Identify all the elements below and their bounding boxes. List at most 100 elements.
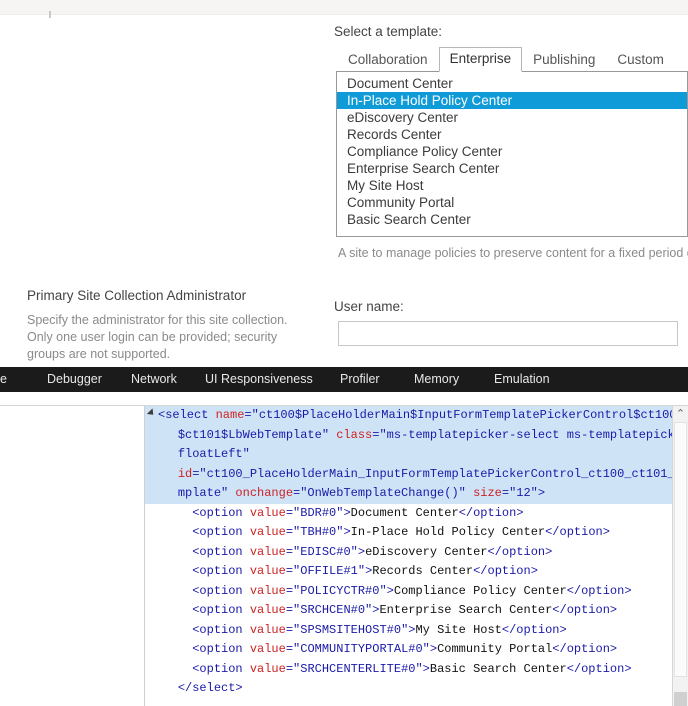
code-line[interactable]: <option value="SPSMSITEHOST#0">My Site H… bbox=[145, 621, 672, 641]
devtools-tab-emulation[interactable]: Emulation bbox=[494, 371, 550, 388]
devtools-tab-debugger[interactable]: Debugger bbox=[47, 371, 102, 388]
code-line[interactable]: <option value="SRCHCEN#0">Enterprise Sea… bbox=[145, 601, 672, 621]
code-line[interactable]: <option value="SRCHCENTERLITE#0">Basic S… bbox=[145, 660, 672, 680]
devtools-tab-network[interactable]: Network bbox=[131, 371, 177, 388]
code-line[interactable]: <option value="TBH#0">In-Place Hold Poli… bbox=[145, 523, 672, 543]
devtools-left-pane bbox=[0, 406, 145, 706]
code-token-attr: value bbox=[249, 642, 286, 656]
code-line[interactable]: </select> bbox=[145, 679, 672, 699]
scrollbar-down-region[interactable] bbox=[674, 692, 687, 706]
template-tab-collaboration[interactable]: Collaboration bbox=[337, 48, 439, 72]
template-option[interactable]: My Site Host bbox=[337, 177, 687, 194]
collapse-triangle-icon[interactable] bbox=[146, 408, 157, 418]
code-token-val: "OnWebTemplateChange()" bbox=[300, 486, 474, 500]
code-token-tag: > bbox=[537, 486, 546, 500]
template-option[interactable]: Document Center bbox=[337, 75, 687, 92]
code-token-attr: value bbox=[249, 661, 286, 676]
code-token-tag: <option bbox=[192, 564, 250, 578]
code-token-tag: <option bbox=[192, 505, 250, 520]
code-token-tag: > bbox=[429, 642, 438, 656]
code-token-val: "ct100$PlaceHolderMain$InputFormTemplate… bbox=[251, 408, 672, 422]
devtools-tab-profiler[interactable]: Profiler bbox=[340, 371, 380, 388]
template-tab-enterprise[interactable]: Enterprise bbox=[438, 47, 523, 72]
code-token-attr: onchange bbox=[235, 486, 294, 500]
template-category-tabs[interactable]: Collaboration Enterprise Publishing Custom bbox=[337, 47, 675, 72]
scroll-up-arrow-icon[interactable]: ⌃ bbox=[673, 406, 688, 422]
code-token-val: "BDR#0" bbox=[293, 505, 344, 520]
code-token-txt: Records Center bbox=[372, 564, 474, 578]
scrollbar-thumb[interactable] bbox=[674, 422, 687, 677]
code-token-tag: = bbox=[285, 505, 294, 520]
template-tab-custom[interactable]: Custom bbox=[606, 48, 675, 72]
code-line[interactable]: id="ct100_PlaceHolderMain_InputFormTempl… bbox=[145, 464, 672, 484]
code-token-val: "SRCHCENTERLITE#0" bbox=[293, 661, 423, 676]
code-token-attr: size bbox=[473, 486, 502, 500]
code-token-val: "COMMUNITYPORTAL#0" bbox=[293, 642, 430, 656]
template-option[interactable]: Basic Search Center bbox=[337, 211, 687, 228]
code-token-attr: value bbox=[249, 505, 286, 520]
code-token-tag: > bbox=[343, 505, 351, 520]
code-token-tag: </option> bbox=[552, 642, 618, 656]
dom-explorer-code-pane[interactable]: <select name="ct100$PlaceHolderMain$Inpu… bbox=[145, 406, 672, 706]
template-option[interactable]: eDiscovery Center bbox=[337, 109, 687, 126]
code-token-txt: Community Portal bbox=[437, 642, 553, 656]
template-listbox[interactable]: Document Center In-Place Hold Policy Cent… bbox=[336, 71, 688, 237]
code-line[interactable]: <select name="ct100$PlaceHolderMain$Inpu… bbox=[145, 406, 672, 426]
code-line[interactable]: <option value="POLICYCTR#0">Compliance P… bbox=[145, 582, 672, 602]
code-token-tag: </option> bbox=[552, 603, 618, 617]
code-token-attr: value bbox=[249, 622, 286, 637]
code-line[interactable]: <option value="BDR#0">Document Center</o… bbox=[145, 504, 672, 524]
code-token-tag: = bbox=[285, 642, 294, 656]
primary-admin-heading: Primary Site Collection Administrator bbox=[27, 288, 247, 303]
code-token-tag: = bbox=[244, 408, 252, 422]
code-token-attr: value bbox=[249, 525, 286, 539]
code-token-val: "OFFILE#1" bbox=[293, 564, 366, 578]
sharepoint-page-content: Select a template: Collaboration Enterpri… bbox=[0, 0, 688, 367]
code-token-tag: = bbox=[285, 525, 294, 539]
code-pane-scrollbar[interactable]: ⌃ bbox=[672, 406, 688, 706]
code-line[interactable]: mplate" onchange = "OnWebTemplateChange()"… bbox=[145, 484, 672, 504]
code-token-tag: </option> bbox=[487, 544, 553, 559]
code-token-val: "SPSMSITEHOST#0" bbox=[293, 622, 409, 637]
code-token-val: "TBH#0" bbox=[293, 525, 344, 539]
select-template-label: Select a template: bbox=[334, 24, 443, 39]
devtools-tab-e[interactable]: e bbox=[0, 371, 7, 388]
code-token-attr: value bbox=[249, 564, 286, 578]
code-token-tag: > bbox=[343, 525, 351, 539]
template-option[interactable]: Compliance Policy Center bbox=[337, 143, 687, 160]
code-token-txt: Enterprise Search Center bbox=[379, 603, 553, 617]
code-line[interactable]: floatLeft" bbox=[145, 445, 672, 465]
code-token-tag: = bbox=[285, 564, 294, 578]
code-token-val: $ct101$LbWebTemplate" bbox=[177, 427, 337, 442]
template-option[interactable]: Records Center bbox=[337, 126, 687, 143]
code-token-txt: Compliance Policy Center bbox=[393, 583, 567, 598]
code-token-tag: <option bbox=[192, 603, 250, 617]
code-line[interactable]: <option value="OFFILE#1">Records Center<… bbox=[145, 562, 672, 582]
code-token-attr: value bbox=[249, 583, 286, 598]
code-token-tag: = bbox=[501, 486, 510, 500]
template-option[interactable]: In-Place Hold Policy Center bbox=[337, 92, 687, 109]
code-token-attr: value bbox=[249, 603, 286, 617]
code-token-tag: > bbox=[422, 661, 430, 676]
template-option[interactable]: Enterprise Search Center bbox=[337, 160, 687, 177]
devtools-tab-memory[interactable]: Memory bbox=[414, 371, 459, 388]
code-line[interactable]: <option value="COMMUNITYPORTAL#0">Commun… bbox=[145, 640, 672, 660]
code-token-tag: <option bbox=[192, 544, 250, 559]
user-name-input[interactable] bbox=[338, 321, 678, 346]
code-line[interactable]: <option value="EDISC#0">eDiscovery Cente… bbox=[145, 543, 672, 563]
devtools-tab-ui-responsiveness[interactable]: UI Responsiveness bbox=[205, 371, 313, 388]
user-name-label: User name: bbox=[334, 299, 404, 314]
template-tab-publishing[interactable]: Publishing bbox=[522, 48, 606, 72]
devtools-toolbar: e Debugger Network UI Responsiveness Profile… bbox=[0, 367, 688, 392]
code-token-tag: = bbox=[285, 583, 294, 598]
code-line[interactable]: $ct101$LbWebTemplate" class="ms-template… bbox=[145, 425, 672, 445]
code-token-txt: eDiscovery Center bbox=[365, 544, 488, 559]
template-option[interactable]: Community Portal bbox=[337, 194, 687, 211]
